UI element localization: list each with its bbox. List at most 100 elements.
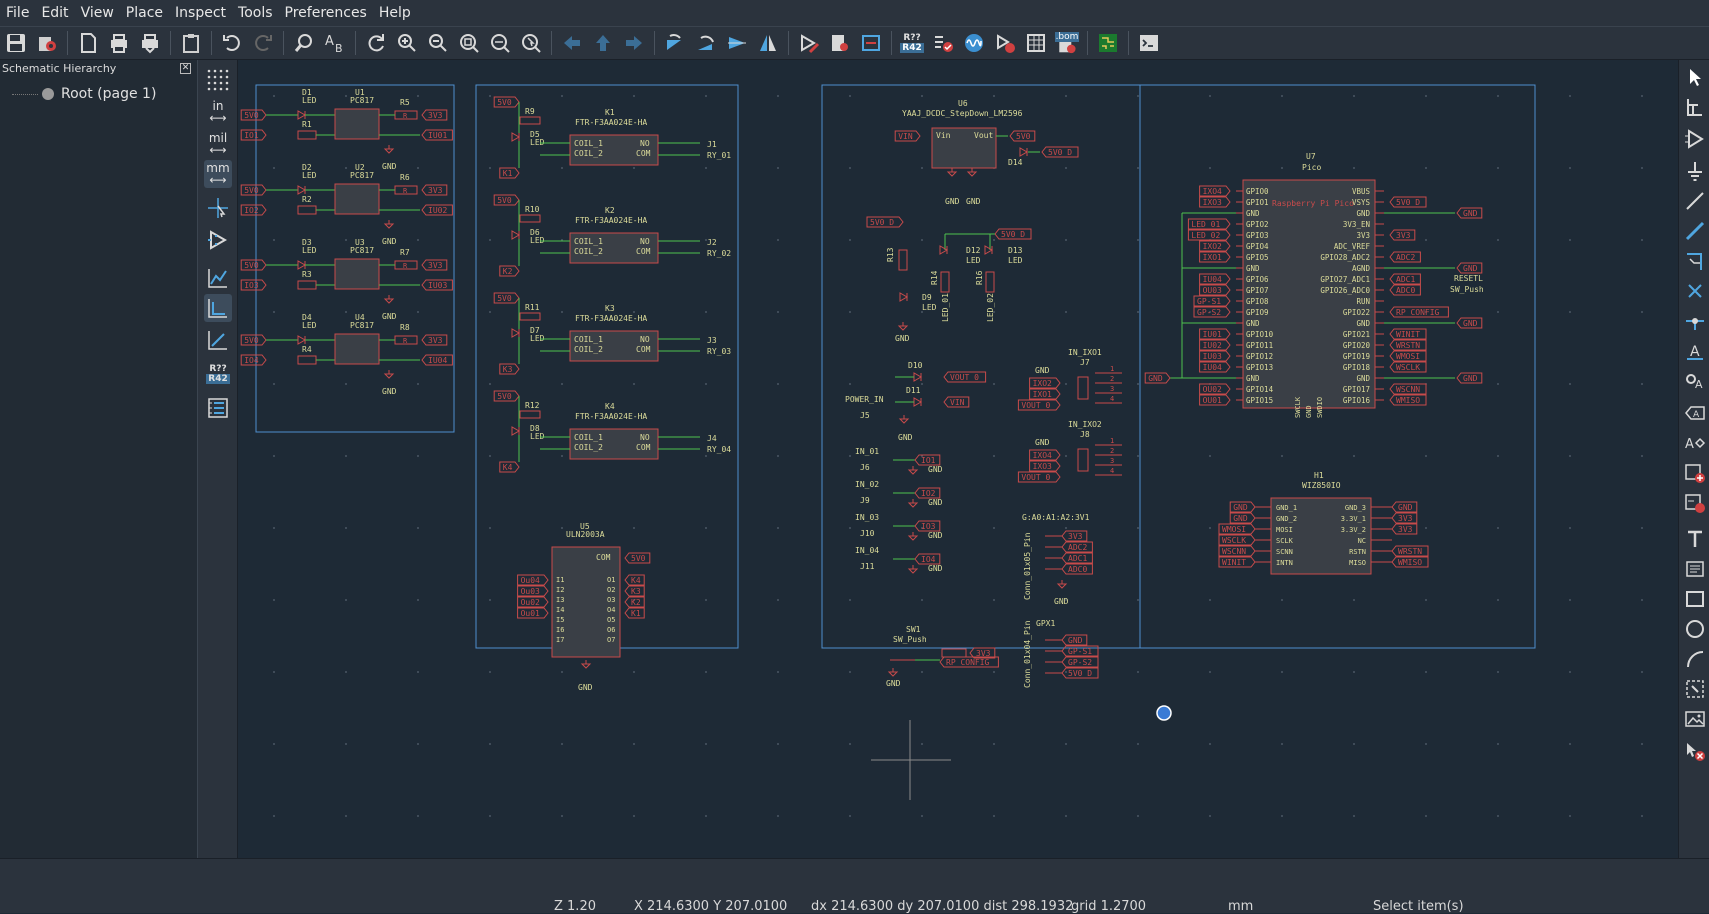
add-hier-label-button[interactable]: A xyxy=(1682,430,1708,456)
menu-tools[interactable]: Tools xyxy=(232,0,279,26)
print-button[interactable] xyxy=(105,29,133,57)
line-mode-45-button[interactable] xyxy=(204,326,232,354)
fields-table-button[interactable] xyxy=(1022,29,1050,57)
annotate-badge-top: R?? xyxy=(903,33,921,43)
add-sheet-button[interactable] xyxy=(1682,460,1708,486)
resistor-symbol xyxy=(941,648,967,658)
delete-tool-button[interactable] xyxy=(1682,738,1708,764)
open-pcb-button[interactable] xyxy=(1094,29,1122,57)
scripting-console-button[interactable] xyxy=(1135,29,1163,57)
add-power-button[interactable] xyxy=(1682,158,1708,184)
mirror-horizontal-button[interactable] xyxy=(754,29,782,57)
add-circle-button[interactable] xyxy=(1682,616,1708,642)
add-image-button[interactable] xyxy=(1682,706,1708,732)
diode-symbol xyxy=(1019,147,1029,157)
add-junction-button[interactable] xyxy=(1682,308,1708,334)
zoom-out-button[interactable] xyxy=(424,29,452,57)
mirror-vertical-button[interactable] xyxy=(723,29,751,57)
net-label-text: GND xyxy=(1463,319,1478,328)
add-rectangle-button[interactable] xyxy=(1682,586,1708,612)
add-bus-entry-button[interactable] xyxy=(1682,248,1708,274)
zoom-objects-button[interactable] xyxy=(486,29,514,57)
net-label-text: GND xyxy=(1068,636,1083,645)
undo-button[interactable] xyxy=(218,29,246,57)
net-label-text: IU02 xyxy=(428,206,447,215)
paste-button[interactable] xyxy=(177,29,205,57)
ground-symbol xyxy=(383,223,395,229)
find-replace-button[interactable]: AB xyxy=(321,29,349,57)
zoom-selection-button[interactable] xyxy=(517,29,545,57)
hierarchy-navigator-button[interactable] xyxy=(1682,94,1708,120)
units-mm-button[interactable]: mm ⟷ xyxy=(204,160,232,188)
add-no-connect-button[interactable] xyxy=(1682,278,1708,304)
page-settings-button[interactable] xyxy=(74,29,102,57)
assign-footprints-button[interactable] xyxy=(991,29,1019,57)
pin-name: NO xyxy=(640,139,650,148)
net-label-text: IO2 xyxy=(921,489,936,498)
menu-view[interactable]: View xyxy=(75,0,120,26)
menu-inspect[interactable]: Inspect xyxy=(169,0,232,26)
rotate-ccw-button[interactable] xyxy=(661,29,689,57)
add-textbox-button[interactable] xyxy=(1682,556,1708,582)
schematic-setup-button[interactable] xyxy=(33,29,61,57)
plot-button[interactable] xyxy=(136,29,164,57)
menu-file[interactable]: File xyxy=(0,0,35,26)
gnd-label: GND xyxy=(945,197,960,206)
annotate-button[interactable] xyxy=(857,29,885,57)
add-label-button[interactable]: A xyxy=(1682,338,1708,364)
add-wire-button[interactable] xyxy=(1682,188,1708,214)
hierarchy-toggle-button[interactable] xyxy=(204,394,232,422)
pin-name: GPIO19 xyxy=(1343,352,1370,361)
cursor-style-button[interactable] xyxy=(204,194,232,222)
menu-preferences[interactable]: Preferences xyxy=(279,0,373,26)
select-tool-button[interactable] xyxy=(1682,64,1708,90)
find-button[interactable] xyxy=(290,29,318,57)
schematic-drawing[interactable]: D1LEDU1PC817 R55V0R1IO1R 3V3IU01GNDD2LEDU2… xyxy=(238,60,1678,858)
symbol-editor-icon xyxy=(801,34,820,54)
line-mode-free-button[interactable] xyxy=(204,264,232,292)
menu-help[interactable]: Help xyxy=(373,0,417,26)
panel-title-text: Schematic Hierarchy xyxy=(2,62,117,75)
simulator-button[interactable] xyxy=(960,29,988,57)
net-label-text: K3 xyxy=(631,587,641,596)
net-label-text: 3V3 xyxy=(1068,532,1083,541)
annotate-toggle-button[interactable]: R?? R42 xyxy=(204,360,232,388)
redo-button[interactable] xyxy=(249,29,277,57)
add-net-class-button[interactable]: A xyxy=(1682,368,1708,394)
symbol-library-browser-button[interactable] xyxy=(826,29,854,57)
rotate-cw-button[interactable] xyxy=(692,29,720,57)
units-inch-button[interactable]: in ⟷ xyxy=(204,98,232,126)
grid-toggle-button[interactable] xyxy=(204,66,232,94)
close-icon[interactable]: ✕ xyxy=(180,63,191,74)
pin-name: GPIO17 xyxy=(1343,385,1370,394)
net-label-text: K2 xyxy=(503,267,513,276)
menu-edit[interactable]: Edit xyxy=(35,0,74,26)
annotate-schematic-button[interactable]: R?? R42 xyxy=(898,29,926,57)
add-lines-button[interactable] xyxy=(1682,676,1708,702)
tree-item-root[interactable]: Root (page 1) xyxy=(0,84,197,104)
add-text-button[interactable] xyxy=(1682,526,1708,552)
erc-button[interactable] xyxy=(929,29,957,57)
ground-symbol xyxy=(383,298,395,304)
add-bus-button[interactable] xyxy=(1682,218,1708,244)
zoom-in-button[interactable] xyxy=(393,29,421,57)
add-global-label-button[interactable]: A xyxy=(1682,400,1708,426)
import-sheet-pin-button[interactable] xyxy=(1682,490,1708,516)
add-arc-button[interactable] xyxy=(1682,646,1708,672)
menu-place[interactable]: Place xyxy=(120,0,169,26)
save-button[interactable] xyxy=(2,29,30,57)
value-label: YAAJ_DCDC_StepDown_LM2596 xyxy=(902,109,1023,118)
add-symbol-button[interactable] xyxy=(1682,126,1708,152)
navigate-back-button[interactable] xyxy=(558,29,586,57)
symbol-editor-button[interactable] xyxy=(795,29,823,57)
navigate-up-button[interactable] xyxy=(589,29,617,57)
zoom-fit-button[interactable] xyxy=(455,29,483,57)
schematic-canvas[interactable]: D1 LED U1 PC817 R5 5V0 R1 IO1 R 3V3 IU01 GND D2 LED U2… xyxy=(238,60,1678,858)
units-mil-button[interactable]: mil ⟷ xyxy=(204,130,232,158)
bom-export-icon xyxy=(1059,42,1076,54)
refresh-button[interactable] xyxy=(362,29,390,57)
navigate-forward-button[interactable] xyxy=(620,29,648,57)
line-mode-90-button[interactable] xyxy=(204,294,232,322)
bom-button[interactable]: .bom xyxy=(1053,29,1081,57)
hidden-pins-button[interactable] xyxy=(204,226,232,254)
